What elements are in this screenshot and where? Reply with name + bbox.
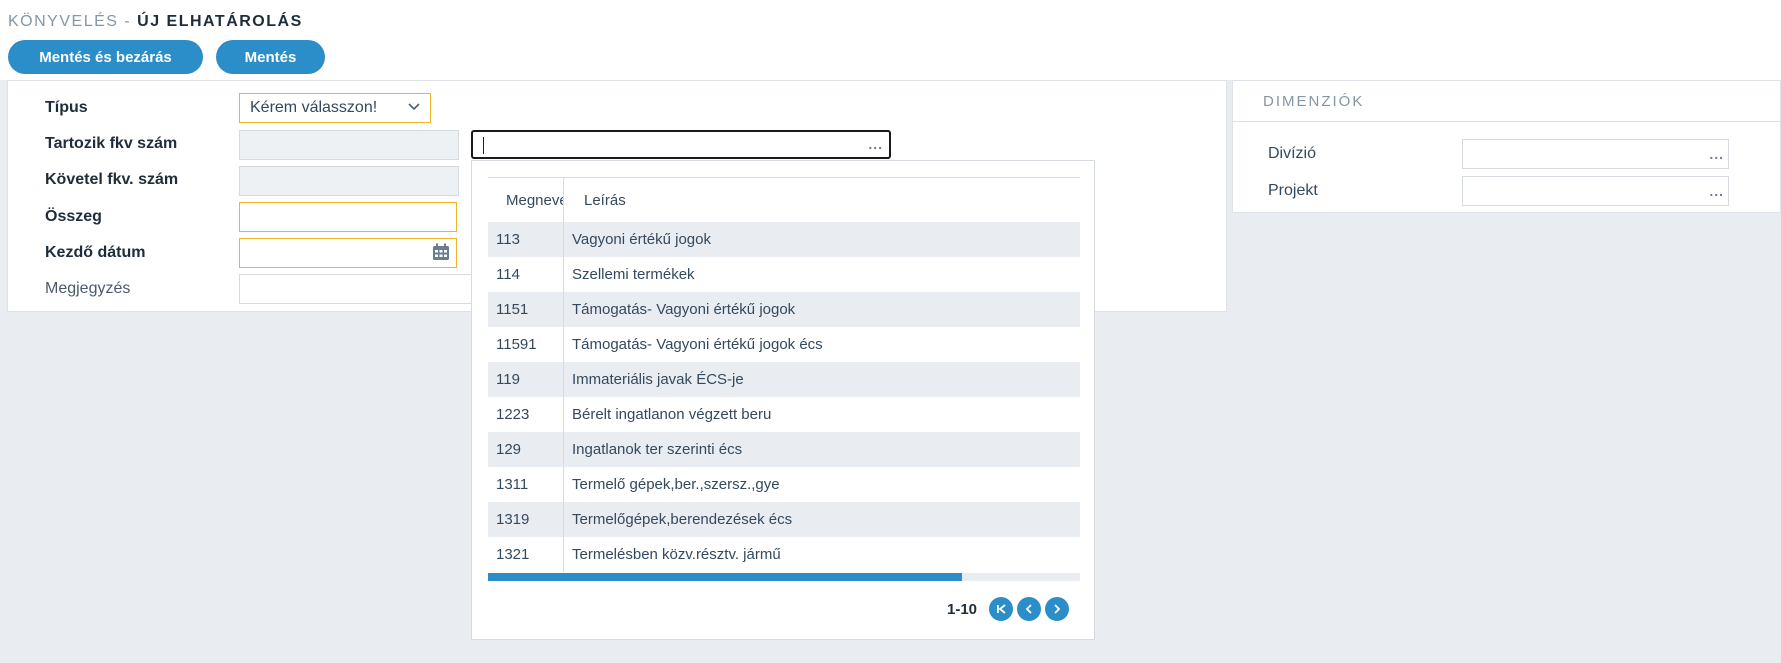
credit-account-code-field — [239, 166, 459, 196]
column-separator — [563, 432, 564, 467]
table-row[interactable]: 129 Ingatlanok ter szerinti écs — [488, 432, 1080, 467]
start-date-label: Kezdő dátum — [45, 244, 146, 261]
dimensions-title: DIMENZIÓK — [1263, 93, 1365, 110]
division-label: Divízió — [1268, 145, 1317, 162]
division-input[interactable]: ... — [1462, 139, 1729, 169]
note-input[interactable] — [239, 274, 474, 304]
account-description: Szellemi termékek — [572, 266, 695, 283]
account-code: 129 — [496, 441, 522, 458]
table-header: Megnevezés Leírás — [488, 178, 1080, 222]
start-date-input[interactable] — [239, 238, 457, 268]
account-description: Termelésben közv.résztv. jármű — [572, 546, 781, 563]
save-and-close-button[interactable]: Mentés és bezárás — [8, 40, 203, 74]
account-description: Termelő gépek,ber.,szersz.,gye — [572, 476, 780, 493]
table-row[interactable]: 1223 Bérelt ingatlanon végzett beru — [488, 397, 1080, 432]
column-separator — [563, 222, 564, 257]
amount-label: Összeg — [45, 208, 102, 225]
table-row[interactable]: 11591 Támogatás- Vagyoni értékű jogok écs — [488, 327, 1080, 362]
pager-range: 1-10 — [947, 601, 978, 618]
table-row[interactable]: 1151 Támogatás- Vagyoni értékű jogok — [488, 292, 1080, 327]
column-separator — [563, 467, 564, 502]
column-separator — [563, 537, 564, 572]
first-page-icon — [997, 604, 1006, 614]
column-separator — [563, 502, 564, 537]
column-resize-handle[interactable] — [563, 178, 564, 222]
debit-account-code-field — [239, 130, 459, 160]
project-input[interactable]: ... — [1462, 176, 1729, 206]
divider — [1233, 121, 1781, 122]
first-page-button[interactable] — [989, 597, 1013, 621]
page-title: KÖNYVELÉS - ÚJ ELHATÁROLÁS — [8, 13, 303, 31]
text-caret — [483, 137, 484, 154]
column-separator — [563, 397, 564, 432]
account-description: Immateriális javak ÉCS-je — [572, 371, 744, 388]
type-select-value: Kérem válasszon! — [250, 99, 378, 116]
chevron-right-icon — [1054, 604, 1061, 614]
top-bar: KÖNYVELÉS - ÚJ ELHATÁROLÁS Mentés és bez… — [0, 0, 1781, 80]
table-row[interactable]: 113 Vagyoni értékű jogok — [488, 222, 1080, 257]
division-more-icon[interactable]: ... — [1709, 146, 1724, 162]
account-code: 1151 — [496, 301, 529, 318]
table-row[interactable]: 1319 Termelőgépek,berendezések écs — [488, 502, 1080, 537]
type-label: Típus — [45, 99, 88, 116]
amount-input[interactable] — [239, 202, 457, 232]
account-code: 119 — [496, 371, 520, 388]
column-header-name[interactable]: Megnevezés — [506, 192, 563, 209]
table-row[interactable]: 1321 Termelésben közv.résztv. jármű — [488, 537, 1080, 572]
account-description: Termelőgépek,berendezések écs — [572, 511, 793, 528]
calendar-icon[interactable] — [432, 243, 450, 261]
account-description: Támogatás- Vagyoni értékű jogok écs — [572, 336, 823, 353]
project-label: Projekt — [1268, 182, 1318, 199]
credit-account-label: Követel fkv. szám — [45, 171, 179, 188]
column-separator — [563, 327, 564, 362]
project-more-icon[interactable]: ... — [1709, 183, 1724, 199]
account-description: Bérelt ingatlanon végzett beru — [572, 406, 772, 423]
next-page-button[interactable] — [1045, 597, 1069, 621]
type-select[interactable]: Kérem válasszon! — [239, 93, 431, 123]
breadcrumb[interactable]: KÖNYVELÉS - — [8, 13, 131, 30]
save-button[interactable]: Mentés — [216, 40, 325, 74]
page-title-text: ÚJ ELHATÁROLÁS — [137, 13, 303, 30]
debit-account-lookup-input[interactable]: ... — [471, 130, 891, 159]
account-code: 114 — [496, 266, 520, 283]
account-code: 1223 — [496, 406, 530, 423]
account-lookup-dropdown: Megnevezés Leírás 113 Vagyoni értékű jogo… — [471, 160, 1095, 640]
column-separator — [563, 362, 564, 397]
account-code: 1321 — [496, 546, 530, 563]
debit-account-label: Tartozik fkv szám — [45, 135, 178, 152]
note-label: Megjegyzés — [45, 280, 131, 297]
chevron-left-icon — [1025, 604, 1032, 614]
table-row[interactable]: 1311 Termelő gépek,ber.,szersz.,gye — [488, 467, 1080, 502]
chevron-down-icon — [408, 103, 420, 111]
column-separator — [563, 292, 564, 327]
account-code: 1319 — [496, 511, 530, 528]
more-options-icon[interactable]: ... — [868, 136, 883, 152]
previous-page-button[interactable] — [1017, 597, 1041, 621]
account-description: Vagyoni értékű jogok — [572, 231, 711, 248]
column-separator — [563, 257, 564, 292]
account-code: 113 — [496, 231, 520, 248]
account-description: Ingatlanok ter szerinti écs — [572, 441, 743, 458]
account-code: 1311 — [496, 476, 529, 493]
horizontal-scrollbar[interactable] — [488, 573, 1080, 581]
column-header-description[interactable]: Leírás — [584, 192, 626, 209]
table-body: 113 Vagyoni értékű jogok 114 Szellemi termé… — [488, 222, 1080, 572]
account-code: 11591 — [496, 336, 537, 353]
scrollbar-thumb[interactable] — [488, 573, 962, 581]
account-description: Támogatás- Vagyoni értékű jogok — [572, 301, 796, 318]
table-row[interactable]: 114 Szellemi termékek — [488, 257, 1080, 292]
table-row[interactable]: 119 Immateriális javak ÉCS-je — [488, 362, 1080, 397]
